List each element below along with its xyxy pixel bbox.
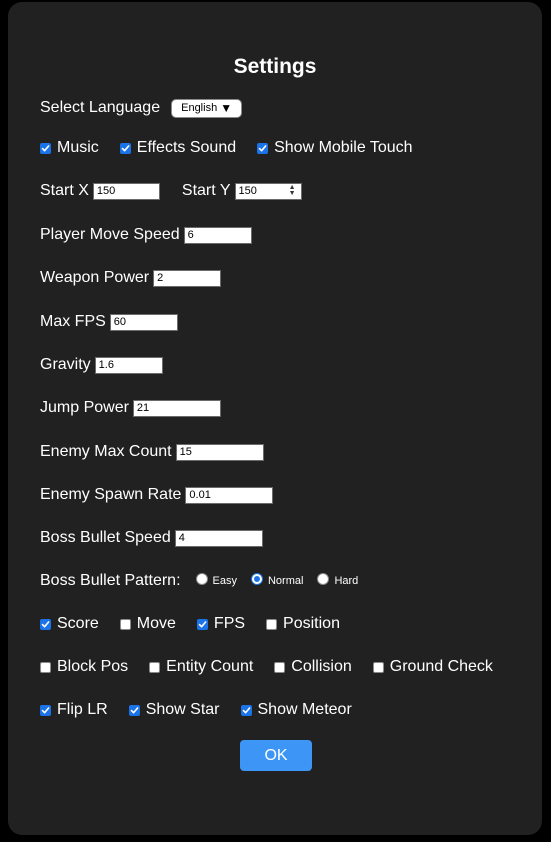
enemy-max-count-input[interactable] [175, 443, 264, 461]
boss-bullet-speed-row: Boss Bullet Speed [40, 527, 263, 549]
show-mobile-touch-label: Show Mobile Touch [274, 139, 413, 156]
collision-label: Collision [291, 658, 352, 675]
chevron-down-icon: ▼ [220, 101, 233, 115]
checkbox-icon [119, 142, 131, 154]
ok-button[interactable]: OK [240, 740, 312, 771]
flip-lr-checkbox[interactable]: Flip LR [40, 701, 108, 719]
boss-bullet-pattern-row: Boss Bullet Pattern: Easy Normal Hard [40, 570, 358, 592]
show-mobile-touch-checkbox[interactable]: Show Mobile Touch [257, 139, 413, 157]
start-y-input[interactable]: 150 ▲ ▼ [234, 182, 302, 200]
gravity-label: Gravity [40, 356, 91, 373]
effects-sound-label: Effects Sound [136, 139, 237, 156]
checkbox-icon [274, 661, 286, 673]
jump-power-label: Jump Power [40, 399, 129, 416]
enemy-max-count-row: Enemy Max Count [40, 441, 264, 463]
max-fps-input[interactable] [109, 313, 178, 331]
max-fps-row: Max FPS [40, 311, 178, 333]
start-y-value: 150 [238, 185, 257, 197]
show-star-checkbox[interactable]: Show Star [128, 701, 220, 719]
entity-count-checkbox[interactable]: Entity Count [149, 658, 253, 676]
checkbox-icon [128, 704, 140, 716]
start-y-label: Start Y [181, 182, 231, 199]
boss-bullet-pattern-label: Boss Bullet Pattern: [40, 572, 181, 589]
checkbox-icon [196, 618, 208, 630]
show-meteor-label: Show Meteor [257, 701, 352, 718]
checkbox-icon [119, 618, 131, 630]
radio-icon [317, 573, 330, 585]
gravity-input[interactable] [94, 356, 163, 374]
checkbox-icon [149, 661, 161, 673]
debug-row-2: Block Pos Entity Count Collision Ground … [40, 656, 493, 678]
checkbox-icon [40, 142, 51, 154]
checkbox-icon [257, 142, 269, 154]
boss-bullet-speed-label: Boss Bullet Speed [40, 529, 171, 546]
start-position-row: Start X Start Y 150 ▲▼ [40, 180, 302, 202]
block-pos-label: Block Pos [57, 658, 129, 675]
radio-icon [250, 573, 263, 585]
collision-checkbox[interactable]: Collision [274, 658, 352, 676]
score-label: Score [57, 615, 99, 632]
music-label: Music [57, 139, 99, 156]
position-label: Position [283, 615, 340, 632]
radio-normal[interactable]: Normal [250, 573, 304, 587]
settings-dialog: Settings Select Language English ▼ Music… [8, 2, 542, 835]
weapon-power-row: Weapon Power [40, 267, 222, 289]
radio-hard-label: Hard [334, 575, 359, 587]
enemy-spawn-rate-label: Enemy Spawn Rate [40, 486, 182, 503]
player-move-speed-input[interactable] [183, 226, 252, 244]
enemy-spawn-rate-input[interactable] [185, 486, 274, 504]
language-row: Select Language English ▼ [40, 97, 243, 119]
start-x-input[interactable] [92, 182, 160, 200]
weapon-power-label: Weapon Power [40, 269, 150, 286]
sound-row: Music Effects Sound Show Mobile Touch [40, 137, 434, 159]
enemy-spawn-rate-row: Enemy Spawn Rate [40, 484, 274, 506]
block-pos-checkbox[interactable]: Block Pos [40, 658, 128, 676]
start-x-label: Start X [40, 182, 89, 199]
move-checkbox[interactable]: Move [119, 615, 176, 633]
display-row: Flip LR Show Star Show Meteor [40, 699, 373, 721]
checkbox-icon [40, 704, 51, 716]
position-checkbox[interactable]: Position [266, 615, 340, 633]
checkbox-icon [372, 661, 384, 673]
flip-lr-label: Flip LR [57, 701, 108, 718]
jump-power-input[interactable] [132, 399, 221, 417]
page-title: Settings [233, 55, 317, 78]
checkbox-icon [40, 661, 51, 673]
checkbox-icon [240, 704, 252, 716]
jump-power-row: Jump Power [40, 397, 221, 419]
show-star-label: Show Star [145, 701, 220, 718]
enemy-max-count-label: Enemy Max Count [40, 443, 172, 460]
checkbox-icon [266, 618, 278, 630]
radio-easy[interactable]: Easy [195, 573, 237, 587]
ground-check-label: Ground Check [389, 658, 493, 675]
debug-row-1: Score Move FPS Position [40, 613, 361, 635]
max-fps-label: Max FPS [40, 313, 106, 330]
language-label: Select Language [40, 99, 161, 116]
radio-normal-label: Normal [267, 575, 304, 587]
spinner-arrows-icon[interactable]: ▲ ▼ [289, 184, 296, 197]
radio-icon [195, 573, 208, 585]
radio-hard[interactable]: Hard [317, 573, 359, 587]
player-move-speed-row: Player Move Speed [40, 224, 252, 246]
weapon-power-input[interactable] [153, 269, 222, 287]
player-move-speed-label: Player Move Speed [40, 226, 180, 243]
effects-sound-checkbox[interactable]: Effects Sound [119, 139, 237, 157]
show-meteor-checkbox[interactable]: Show Meteor [240, 701, 352, 719]
music-checkbox[interactable]: Music [40, 139, 99, 157]
score-checkbox[interactable]: Score [40, 615, 99, 633]
gravity-row: Gravity [40, 354, 163, 376]
entity-count-label: Entity Count [166, 658, 254, 675]
language-selected-value: English [181, 102, 218, 114]
fps-checkbox[interactable]: FPS [196, 615, 246, 633]
radio-easy-label: Easy [212, 575, 237, 587]
ground-check-checkbox[interactable]: Ground Check [372, 658, 493, 676]
fps-label: FPS [213, 615, 246, 632]
boss-bullet-speed-input[interactable] [174, 529, 263, 547]
checkbox-icon [40, 618, 51, 630]
move-label: Move [136, 615, 176, 632]
language-select[interactable]: English ▼ [171, 98, 243, 118]
